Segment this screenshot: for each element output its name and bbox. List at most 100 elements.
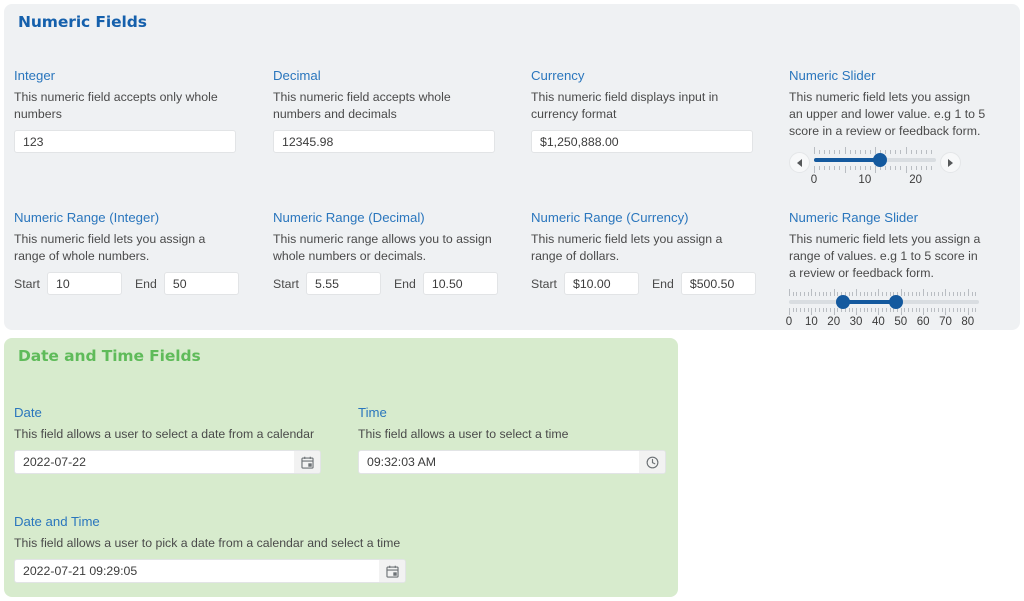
range-integer-end-input[interactable]: 50 [163,272,239,295]
range-slider-track-area[interactable] [789,289,979,315]
slider-tick [885,150,887,154]
slider-tick [895,150,897,154]
slider-tick [796,292,798,296]
slider-tick [819,150,821,154]
slider-scale-label: 50 [894,316,908,328]
slider-tick [863,292,865,296]
range-integer-end-label: End [134,276,157,291]
range-decimal-start-input[interactable]: 5.55 [305,272,381,295]
slider-scale-label: 0 [785,316,793,328]
currency-input[interactable]: $1,250,888.00 [531,130,753,153]
slider-track-area[interactable] [814,147,936,173]
slider-tick [814,147,815,154]
slider-tick [863,308,865,312]
slider-tick [848,292,850,296]
slider-decrement-button[interactable] [789,152,810,173]
field-time-description: This field allows a user to select a tim… [358,427,569,441]
slider-tick [844,166,846,173]
left-arrow-icon [797,158,802,167]
slider-increment-button[interactable] [940,152,961,173]
field-numeric-range-slider-label: Numeric Range Slider [789,210,918,225]
field-numeric-slider-label: Numeric Slider [789,68,876,83]
slider-scale-label: 10 [858,174,872,186]
slider-tick [885,292,887,296]
slider-tick [964,292,966,296]
slider-tick [807,292,809,296]
field-numeric-range-integer-description: This numeric field lets you assign a ran… [14,232,206,263]
slider-tick [895,166,897,170]
slider-tick [803,292,805,296]
time-input[interactable]: 09:32:03 AM [358,450,666,474]
date-input[interactable]: 2022-07-22 [14,450,321,474]
date-and-time-picker-button[interactable] [379,560,405,582]
slider-tick [859,292,861,296]
slider-tick [814,166,815,173]
field-numeric-range-currency-label: Numeric Range (Currency) [531,210,689,225]
slider-tick [934,292,936,296]
field-decimal: Decimal This numeric field accepts whole… [273,68,513,153]
slider-tick [920,166,922,170]
slider-tick [815,308,817,312]
calendar-icon [300,456,314,469]
slider-tick [839,150,841,154]
slider-tick [900,308,902,315]
slider-tick [949,308,951,312]
numeric-slider[interactable]: 0 10 20 [789,147,961,189]
slider-tick [923,289,925,296]
slider-scale-label: 20 [909,174,923,186]
slider-tick [856,289,858,296]
slider-ticks-top [814,147,936,154]
date-and-time-input[interactable]: 2022-07-21 09:29:05 [14,559,406,583]
numeric-range-integer-row: Start 10 End 50 [14,272,254,295]
range-slider-track-fill [842,300,897,304]
slider-tick [811,289,813,296]
slider-tick [833,289,835,296]
range-integer-start-input[interactable]: 10 [46,272,122,295]
range-slider-end-thumb[interactable] [889,295,904,309]
slider-tick [908,292,910,296]
date-picker-button[interactable] [294,451,320,473]
slider-tick [867,292,869,296]
slider-tick [956,292,958,296]
integer-input[interactable]: 123 [14,130,236,153]
slider-tick [826,292,828,296]
slider-scale-label: 60 [916,316,930,328]
range-slider-start-thumb[interactable] [835,295,850,309]
slider-scale-label: 10 [804,316,818,328]
slider-tick [864,150,866,154]
slider-tick [952,308,954,312]
range-currency-end-input[interactable]: $500.50 [680,272,756,295]
slider-tick [889,292,891,296]
range-slider-ticks-top [789,289,979,296]
slider-tick [789,289,790,296]
field-integer: Integer This numeric field accepts only … [14,68,254,153]
slider-tick [834,150,836,154]
slider-tick [925,150,927,154]
slider-tick [941,292,943,296]
slider-tick [849,166,851,170]
time-picker-button[interactable] [639,451,665,473]
slider-tick [923,308,925,315]
slider-tick [824,150,826,154]
field-date-and-time-description: This field allows a user to pick a date … [14,536,401,550]
slider-tick [908,308,910,312]
slider-tick [854,166,856,170]
slider-tick [964,308,966,312]
slider-tick [911,308,913,312]
slider-thumb[interactable] [873,153,888,167]
slider-tick [829,308,831,312]
slider-tick [875,166,876,173]
slider-tick [975,292,977,296]
numeric-range-slider[interactable]: 0 10 20 30 40 50 60 70 80 [785,289,979,329]
slider-tick [829,166,831,170]
slider-tick [915,150,917,154]
numeric-range-currency-row: Start $10.00 End $500.50 [531,272,771,295]
slider-tick [870,308,872,312]
slider-tick [822,292,824,296]
slider-tick [905,147,907,154]
field-time: Time This field allows a user to select … [358,405,668,474]
decimal-input[interactable]: 12345.98 [273,130,495,153]
range-decimal-end-input[interactable]: 10.50 [422,272,498,295]
range-currency-start-input[interactable]: $10.00 [563,272,639,295]
slider-tick [882,292,884,296]
